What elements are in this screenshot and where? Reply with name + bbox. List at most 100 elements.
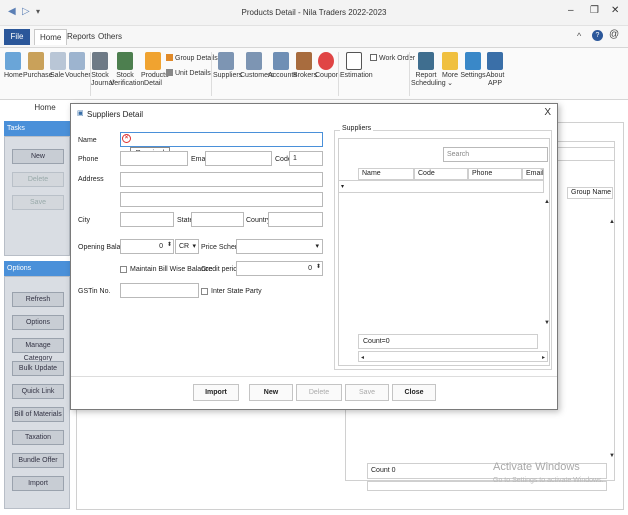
name-input[interactable] <box>120 132 323 147</box>
gstin-input[interactable] <box>120 283 199 298</box>
task-new-button[interactable]: New <box>12 149 64 164</box>
report-scheduling-button[interactable]: Report Scheduling <box>411 52 446 88</box>
save-button[interactable]: Save <box>345 384 389 401</box>
credit-period-input[interactable]: 0 <box>236 261 323 276</box>
scroll-up-arrow-icon[interactable]: ▲ <box>609 219 615 225</box>
column-header-phone[interactable]: Phone <box>468 168 522 180</box>
new-button[interactable]: New <box>249 384 293 401</box>
error-icon: × <box>122 134 131 143</box>
price-scheme-select[interactable]: ▾ <box>236 239 323 254</box>
city-input[interactable] <box>120 212 174 227</box>
dialog-close-button[interactable]: X <box>544 107 551 118</box>
help-icon[interactable]: ? <box>592 30 603 41</box>
close-window-button[interactable]: ✕ <box>611 5 619 16</box>
phone-input[interactable] <box>120 151 188 166</box>
stock-journal-icon <box>92 52 108 70</box>
name-label: Name <box>78 137 97 144</box>
inter-state-checkbox[interactable] <box>201 288 208 295</box>
options-body: Refresh Options Manage Category Bulk Upd… <box>4 276 70 509</box>
voucher-button[interactable]: Voucher <box>65 52 91 80</box>
estimation-button[interactable]: Estimation <box>340 52 373 80</box>
chevron-down-icon: ▾ <box>192 243 196 250</box>
opening-balance-input[interactable]: 0 <box>120 239 174 254</box>
suppliers-horizontal-scrollbar[interactable]: ◂ ▸ <box>358 351 548 362</box>
code-input[interactable]: 1 <box>289 151 323 166</box>
close-button[interactable]: Close <box>392 384 436 401</box>
country-label: Country <box>246 217 271 224</box>
column-header-code[interactable]: Code <box>414 168 468 180</box>
state-input[interactable] <box>191 212 244 227</box>
suppliers-button[interactable]: Suppliers <box>213 52 242 80</box>
products-detail-button[interactable]: Products Detail <box>141 52 169 88</box>
address-line2-input[interactable] <box>120 192 323 207</box>
minimize-button[interactable]: – <box>568 5 574 16</box>
house-icon <box>5 52 21 70</box>
option-manage-category-button[interactable]: Manage Category <box>12 338 64 362</box>
about-app-button[interactable]: About APP <box>486 52 504 88</box>
customers-button[interactable]: Customers <box>240 52 274 80</box>
menu-file[interactable]: File <box>4 29 30 45</box>
stock-journal-button[interactable]: Stock Journal <box>91 52 114 88</box>
at-icon[interactable]: @ <box>609 29 619 40</box>
dialog-app-icon: ▣ <box>77 110 84 117</box>
menu-bar: File Home Reports Others ^ ? @ <box>0 26 628 48</box>
ribbon-separator <box>338 52 339 96</box>
accounts-button[interactable]: Accounts <box>268 52 297 80</box>
options-header[interactable]: Options <box>4 261 70 276</box>
scroll-down-arrow-icon[interactable]: ▼ <box>609 453 615 459</box>
scroll-left-arrow-icon[interactable]: ◂ <box>361 354 364 361</box>
email-input[interactable] <box>205 151 272 166</box>
option-options-button[interactable]: Options <box>12 315 64 330</box>
tasks-header[interactable]: Tasks <box>4 121 70 136</box>
restore-button[interactable]: ❐ <box>590 5 599 16</box>
suppliers-group-title: Suppliers <box>340 125 374 132</box>
suppliers-icon <box>218 52 234 70</box>
option-import-button[interactable]: Import <box>12 476 64 491</box>
task-save-button[interactable]: Save <box>12 195 64 210</box>
purchase-button[interactable]: Purchase <box>23 52 53 80</box>
activate-windows-watermark: Activate Windows <box>493 461 580 473</box>
import-button[interactable]: Import <box>193 384 239 401</box>
opening-balance-stepper-icon[interactable]: ⬍ <box>167 241 172 248</box>
menu-others[interactable]: Others <box>93 29 127 45</box>
option-quick-link-button[interactable]: Quick Link <box>12 384 64 399</box>
delete-button[interactable]: Delete <box>296 384 342 401</box>
cr-dr-select[interactable]: CR ▾ <box>175 239 199 254</box>
stock-verification-button[interactable]: Stock Verification <box>110 52 144 88</box>
column-header-email[interactable]: Email <box>522 168 544 180</box>
task-delete-button[interactable]: Delete <box>12 172 64 187</box>
home-button[interactable]: Home <box>4 52 23 80</box>
background-search-box[interactable] <box>557 147 615 161</box>
address-line1-input[interactable] <box>120 172 323 187</box>
coupon-button[interactable]: Coupon <box>315 52 340 80</box>
suppliers-search-input[interactable]: Search <box>443 147 548 162</box>
unit-details-button[interactable]: Unit Details <box>166 69 211 77</box>
column-header-name[interactable]: Name <box>358 168 414 180</box>
option-bundle-offer-button[interactable]: Bundle Offer <box>12 453 64 468</box>
more-button[interactable]: More ⌄ <box>441 52 459 88</box>
about-app-icon <box>487 52 503 70</box>
ribbon-separator <box>409 52 410 96</box>
collapse-ribbon-icon[interactable]: ^ <box>577 31 581 41</box>
scroll-up-arrow-icon[interactable]: ▲ <box>544 199 550 205</box>
filter-icon[interactable]: ▾ <box>341 183 344 190</box>
option-bulk-update-button[interactable]: Bulk Update <box>12 361 64 376</box>
phone-label: Phone <box>78 156 99 163</box>
option-taxation-button[interactable]: Taxation <box>12 430 64 445</box>
option-refresh-button[interactable]: Refresh <box>12 292 64 307</box>
country-input[interactable] <box>268 212 323 227</box>
credit-period-stepper-icon[interactable]: ⬍ <box>316 263 321 270</box>
settings-button[interactable]: Settings <box>460 52 486 80</box>
brokers-button[interactable]: Brokers <box>293 52 317 80</box>
scroll-down-arrow-icon[interactable]: ▼ <box>544 320 550 326</box>
more-icon <box>442 52 458 70</box>
sale-button[interactable]: Sale <box>50 52 66 80</box>
option-bill-of-materials-button[interactable]: Bill of Materials <box>12 407 64 422</box>
left-panel: Tasks New Delete Save Options Refresh Op… <box>4 121 70 509</box>
scroll-right-arrow-icon[interactable]: ▸ <box>542 354 545 361</box>
suppliers-filter-row[interactable] <box>338 180 544 193</box>
maintain-bill-wise-checkbox[interactable] <box>120 266 127 273</box>
coupon-icon <box>318 52 334 70</box>
suppliers-count-bar: Count=0 <box>358 334 538 349</box>
group-name-column-header[interactable]: Group Name <box>567 187 613 199</box>
